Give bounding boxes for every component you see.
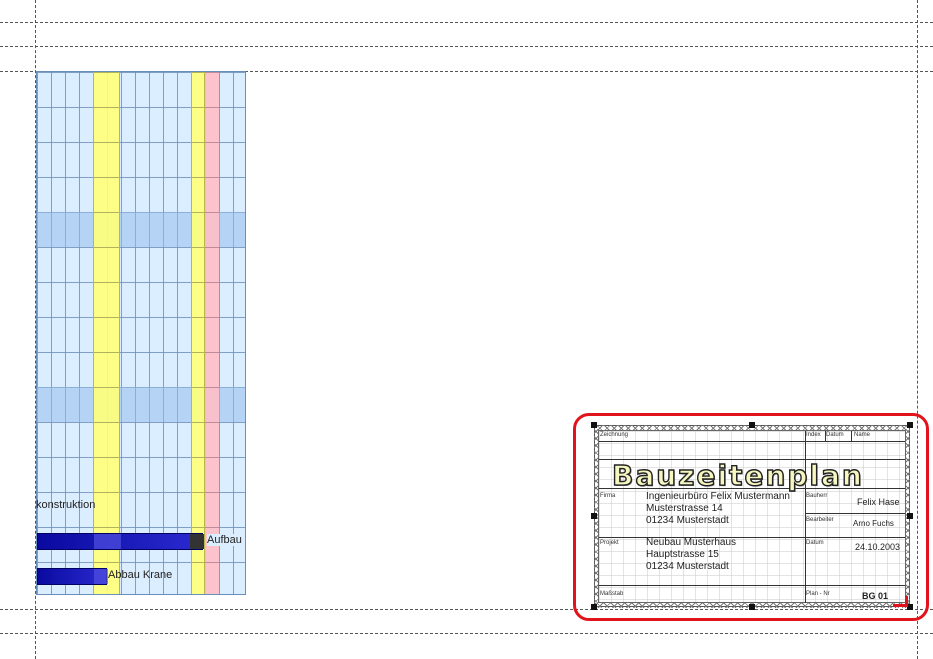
page-break-line-top-2 [0, 46, 933, 47]
gantt-bar-label-abbau-krane: Abbau Krane [108, 569, 173, 581]
gantt-bar-segment [94, 534, 121, 549]
highlight-outline [573, 413, 929, 621]
gantt-bar-aufbau[interactable] [37, 533, 204, 550]
gantt-weekend-column [191, 72, 205, 594]
gantt-bar-abbau-krane[interactable] [37, 568, 108, 585]
gantt-chart-area[interactable] [36, 71, 246, 595]
gantt-weekend-column [93, 72, 120, 594]
page-break-line-top-1 [0, 22, 933, 23]
gantt-bar-segment [190, 534, 204, 549]
gantt-row-label-konstruktion: konstruktion [36, 499, 96, 511]
gantt-holiday-column [205, 72, 219, 594]
gantt-bar-segment [94, 569, 108, 584]
gantt-bar-label-aufbau: Aufbau [207, 534, 242, 546]
page-break-line-bottom-2 [0, 633, 933, 634]
